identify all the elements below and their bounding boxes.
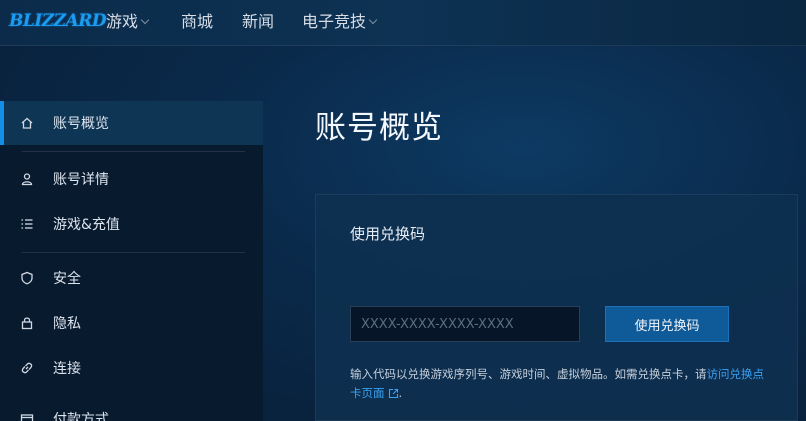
external-link-icon — [388, 386, 399, 405]
sidebar-item-label: 安全 — [53, 271, 81, 287]
sidebar-divider — [22, 252, 245, 253]
sidebar-item-label: 连接 — [53, 361, 81, 377]
sidebar-divider — [22, 151, 245, 152]
chevron-down-icon — [140, 15, 150, 25]
nav-item-games[interactable]: 游戏 — [106, 11, 150, 33]
account-sidebar: 账号概览 账号详情 游戏&充值 安全 隐私 连接 付款方式 — [0, 101, 263, 421]
redeem-card-title: 使用兑换码 — [350, 225, 426, 243]
redeem-code-input[interactable] — [350, 306, 580, 342]
redeem-code-button[interactable]: 使用兑换码 — [605, 306, 729, 342]
chevron-down-icon — [368, 15, 378, 25]
help-text: 输入代码以兑换游戏序列号、游戏时间、虚拟物品。如需兑换点卡，请 — [350, 367, 707, 381]
link-icon — [20, 361, 34, 375]
sidebar-item-security[interactable]: 安全 — [0, 256, 263, 300]
home-icon — [20, 116, 34, 130]
sidebar-item-connections[interactable]: 连接 — [0, 346, 263, 390]
redeem-code-card: 使用兑换码 使用兑换码 输入代码以兑换游戏序列号、游戏时间、虚拟物品。如需兑换点… — [315, 194, 798, 421]
sidebar-item-label: 游戏&充值 — [53, 217, 120, 233]
nav-item-label: 游戏 — [106, 12, 139, 31]
card-icon — [20, 412, 34, 421]
nav-item-news[interactable]: 新闻 — [242, 11, 274, 33]
nav-item-label: 新闻 — [242, 12, 275, 31]
sidebar-item-label: 隐私 — [53, 316, 81, 332]
sidebar-item-payment-methods[interactable]: 付款方式 — [0, 397, 263, 421]
sidebar-item-account-details[interactable]: 账号详情 — [0, 157, 263, 201]
redeem-help-text: 输入代码以兑换游戏序列号、游戏时间、虚拟物品。如需兑换点卡，请访问兑换点卡页面. — [350, 365, 770, 405]
sidebar-item-privacy[interactable]: 隐私 — [0, 301, 263, 345]
blizzard-logo[interactable]: BLIZZARD — [9, 5, 107, 37]
shield-icon — [20, 271, 34, 285]
list-icon — [20, 217, 34, 231]
sidebar-item-overview[interactable]: 账号概览 — [0, 101, 263, 145]
help-suffix: . — [398, 386, 403, 400]
nav-item-label: 商城 — [181, 12, 214, 31]
sidebar-item-label: 付款方式 — [53, 412, 109, 421]
lock-icon — [20, 316, 34, 330]
page-title: 账号概览 — [315, 110, 443, 146]
user-icon — [20, 172, 34, 186]
nav-item-shop[interactable]: 商城 — [181, 11, 213, 33]
sidebar-item-games-recharge[interactable]: 游戏&充值 — [0, 202, 263, 246]
nav-item-label: 电子竞技 — [302, 12, 367, 31]
nav-item-esports[interactable]: 电子竞技 — [302, 11, 378, 33]
top-navigation: BLIZZARD 游戏 商城 新闻 电子竞技 — [0, 0, 806, 46]
sidebar-item-label: 账号详情 — [53, 172, 109, 188]
sidebar-item-label: 账号概览 — [53, 116, 109, 132]
